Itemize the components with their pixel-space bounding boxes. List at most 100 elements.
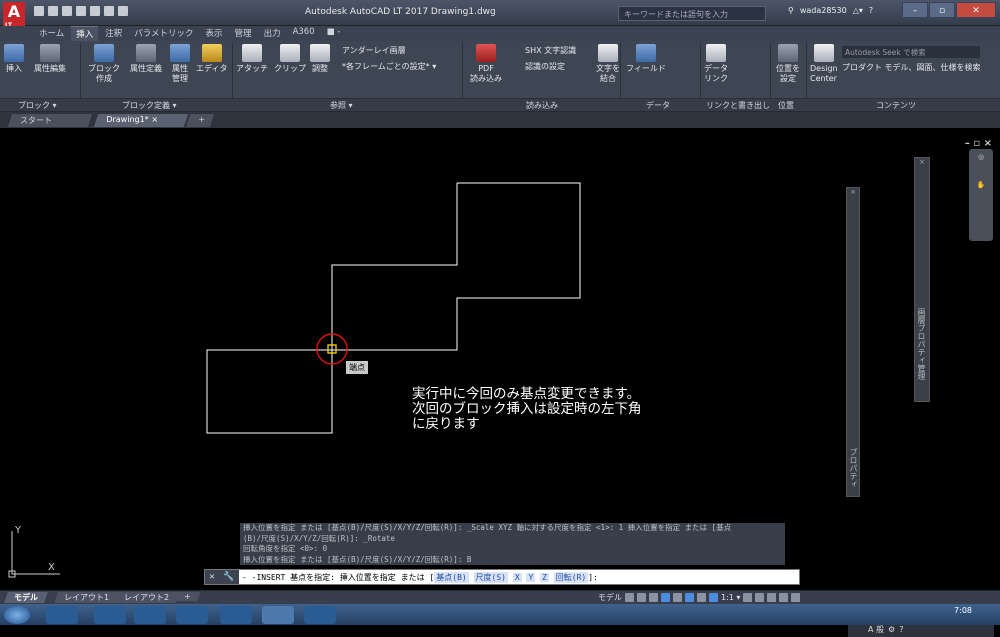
plot-icon[interactable] (90, 6, 100, 16)
tab-insert[interactable]: 挿入 (71, 26, 99, 41)
isodraft-icon[interactable] (673, 593, 682, 602)
tab-layout1[interactable]: レイアウト1 (54, 592, 119, 603)
tab-parametric[interactable]: パラメトリック (129, 26, 198, 41)
design-center-button[interactable]: Design Center (810, 44, 838, 84)
binoculars-icon[interactable]: ⚲ (788, 6, 794, 15)
clock[interactable]: 7:08 (954, 606, 972, 615)
grid-icon[interactable] (625, 593, 634, 602)
tab-layout2[interactable]: レイアウト2 (114, 592, 179, 603)
panel-reference[interactable]: 参照 ▾ (330, 100, 353, 111)
workspace-gear-icon[interactable] (743, 593, 753, 602)
attr-manage-button[interactable]: 属性 管理 (170, 44, 190, 84)
tab-model[interactable]: モデル (4, 592, 48, 603)
close-icon[interactable]: × (915, 158, 929, 166)
field-button[interactable]: フィールド (626, 44, 666, 74)
help-icon[interactable]: ? (869, 6, 873, 15)
adjust-button[interactable]: 調整 (310, 44, 330, 74)
start-button[interactable] (4, 606, 30, 624)
data-link-button[interactable]: データ リンク (704, 44, 728, 84)
customize-icon[interactable] (791, 593, 801, 602)
layer-properties-palette[interactable]: × 画層プロパティ管理 (914, 157, 930, 402)
model-space-label[interactable]: モデル (598, 592, 622, 603)
ie-icon[interactable] (46, 606, 78, 624)
annotation-visibility-icon[interactable] (709, 593, 718, 602)
tab-manage[interactable]: 管理 (230, 26, 257, 41)
new-icon[interactable] (34, 6, 44, 16)
tab-more[interactable]: ■ - (322, 26, 346, 41)
open-icon[interactable] (48, 6, 58, 16)
option-scale[interactable]: 尺度(S) (473, 571, 508, 583)
lineweight-icon[interactable] (697, 593, 706, 602)
shx-recognition-button[interactable]: SHX 文字認識 (525, 45, 576, 56)
pan-icon[interactable]: ✋ (969, 181, 993, 189)
units-icon[interactable] (767, 593, 777, 602)
recognition-settings-button[interactable]: 認識の設定 (525, 61, 565, 72)
tab-home[interactable]: ホーム (34, 26, 69, 41)
viewport-controls[interactable]: – ▫ × (965, 138, 992, 149)
command-line[interactable]: ✕ 🔧 - -INSERT 基点を指定: 挿入位置を指定 または [ 基点(B)… (204, 569, 800, 585)
underlay-layers-button[interactable]: アンダーレイ画層 (342, 45, 406, 56)
minimize-button[interactable]: – (902, 2, 928, 18)
save-as-icon[interactable] (76, 6, 86, 16)
undo-icon[interactable] (104, 6, 114, 16)
paint-icon[interactable] (304, 606, 336, 624)
tab-start[interactable]: スタート (7, 114, 93, 127)
navigation-bar[interactable]: ◎ ✋ (969, 149, 993, 241)
settings-icon[interactable]: 🔧 (223, 572, 234, 582)
option-y[interactable]: Y (526, 572, 536, 582)
clip-button[interactable]: クリップ (274, 44, 306, 74)
network-icon[interactable] (220, 606, 252, 624)
ortho-icon[interactable] (649, 593, 658, 602)
plus-icon[interactable] (755, 593, 765, 602)
combine-text-button[interactable]: 文字を 結合 (596, 44, 620, 84)
polar-icon[interactable] (661, 593, 670, 602)
close-icon[interactable]: × (151, 115, 158, 124)
chrome-icon[interactable] (176, 606, 208, 624)
option-rotate[interactable]: 回転(R) (553, 571, 589, 583)
workspace-icon[interactable]: ⚙ (888, 625, 895, 634)
close-icon[interactable]: ✕ (209, 572, 214, 582)
add-layout-button[interactable]: + (174, 592, 201, 601)
snap-icon[interactable] (637, 593, 646, 602)
close-button[interactable]: ✕ (956, 2, 996, 18)
media-icon[interactable] (94, 606, 126, 624)
explorer-icon[interactable] (134, 606, 166, 624)
annotation-scale[interactable]: A 般 (868, 624, 884, 635)
save-icon[interactable] (62, 6, 72, 16)
panel-block-definition[interactable]: ブロック定義 ▾ (122, 100, 177, 111)
autocad-taskbar-icon[interactable] (262, 606, 294, 624)
attr-edit-button[interactable]: 属性編集 (34, 44, 66, 74)
tab-annotate[interactable]: 注釈 (100, 26, 127, 41)
annotation-scale-dropdown[interactable]: 1:1 ▾ (721, 593, 740, 602)
attach-button[interactable]: アタッチ (236, 44, 268, 74)
frame-setting-dropdown[interactable]: *各フレームごとの設定* ▾ (342, 61, 436, 72)
tab-view[interactable]: 表示 (201, 26, 228, 41)
tab-drawing1[interactable]: Drawing1* × (93, 114, 189, 127)
object-snap-icon[interactable] (685, 593, 694, 602)
tab-a360[interactable]: A360 (288, 26, 320, 41)
option-base-point[interactable]: 基点(B) (434, 571, 469, 583)
add-tab-button[interactable]: + (185, 114, 215, 127)
drawing-canvas[interactable]: 端点 実行中に今回のみ基点変更できます。 次回のブロック挿入は設定時の左下角 に… (0, 128, 1000, 637)
attr-define-button[interactable]: 属性定義 (130, 44, 162, 74)
option-x[interactable]: X (512, 572, 522, 582)
panel-block[interactable]: ブロック ▾ (18, 100, 57, 111)
pdf-import-button[interactable]: PDF 読み込み (470, 44, 502, 84)
redo-icon[interactable] (118, 6, 128, 16)
steering-wheel-icon[interactable]: ◎ (969, 153, 993, 161)
option-z[interactable]: Z (540, 572, 549, 582)
maximize-button[interactable]: ▫ (929, 2, 955, 18)
close-icon[interactable]: × (847, 188, 859, 196)
block-editor-button[interactable]: エディタ (196, 44, 227, 74)
help-icon[interactable]: ? (899, 625, 903, 634)
insert-button[interactable]: 挿入 (4, 44, 24, 74)
exchange-icon[interactable]: △▾ (853, 6, 863, 15)
seek-search-input[interactable]: Autodesk Seek で検索 (842, 46, 980, 58)
properties-palette[interactable]: × プロパティ (846, 187, 860, 497)
set-location-button[interactable]: 位置を 設定 (776, 44, 800, 84)
user-name[interactable]: wada28530 (800, 6, 847, 15)
search-input[interactable]: キーワードまたは語句を入力 (618, 6, 766, 21)
tab-output[interactable]: 出力 (259, 26, 286, 41)
block-create-button[interactable]: ブロック 作成 (88, 44, 120, 84)
clean-screen-icon[interactable] (779, 593, 789, 602)
